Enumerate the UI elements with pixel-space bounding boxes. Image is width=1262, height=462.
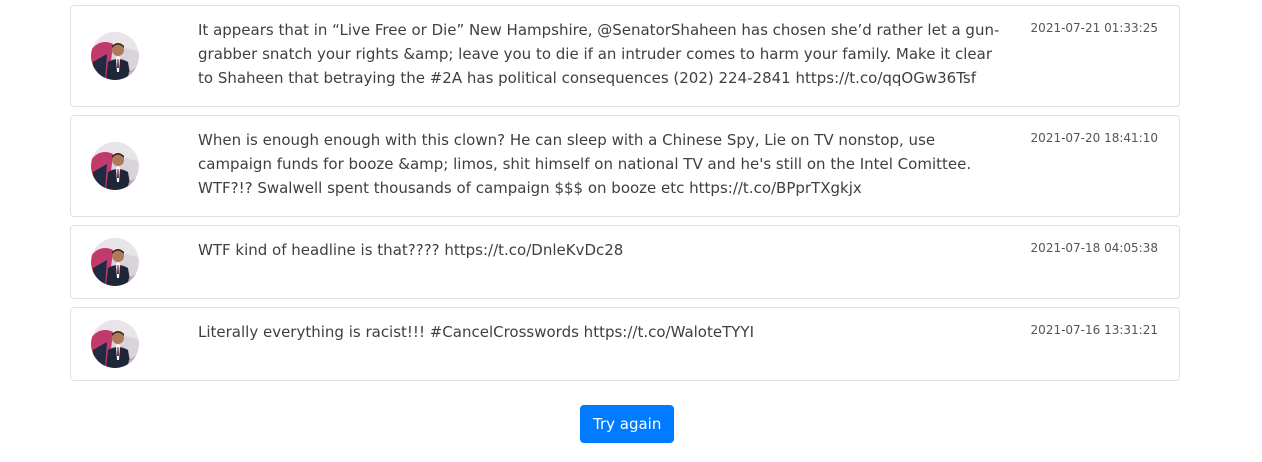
avatar-photo-icon bbox=[91, 32, 139, 80]
tweet-text: WTF kind of headline is that???? https:/… bbox=[198, 241, 624, 259]
actions-bar: Try again bbox=[580, 405, 675, 443]
tweet-text: It appears that in “Live Free or Die” Ne… bbox=[198, 21, 1000, 87]
avatar bbox=[91, 142, 139, 190]
avatar bbox=[91, 32, 139, 80]
tweet-timestamp: 2021-07-20 18:41:10 bbox=[1030, 131, 1158, 145]
tweet-card: When is enough enough with this clown? H… bbox=[70, 115, 1180, 217]
tweet-card: WTF kind of headline is that???? https:/… bbox=[70, 225, 1180, 299]
tweet-feed: It appears that in “Live Free or Die” Ne… bbox=[70, 5, 1180, 389]
tweet-card: It appears that in “Live Free or Die” Ne… bbox=[70, 5, 1180, 107]
tweet-timestamp: 2021-07-21 01:33:25 bbox=[1030, 21, 1158, 35]
tweet-card: Literally everything is racist!!! #Cance… bbox=[70, 307, 1180, 381]
tweet-timestamp: 2021-07-18 04:05:38 bbox=[1030, 241, 1158, 255]
avatar-photo-icon bbox=[91, 320, 139, 368]
tweet-text: When is enough enough with this clown? H… bbox=[198, 131, 972, 197]
tweet-timestamp: 2021-07-16 13:31:21 bbox=[1030, 323, 1158, 337]
avatar-photo-icon bbox=[91, 238, 139, 286]
avatar-photo-icon bbox=[91, 142, 139, 190]
tweet-text: Literally everything is racist!!! #Cance… bbox=[198, 323, 755, 341]
avatar bbox=[91, 238, 139, 286]
avatar bbox=[91, 320, 139, 368]
try-again-button[interactable]: Try again bbox=[580, 405, 675, 443]
